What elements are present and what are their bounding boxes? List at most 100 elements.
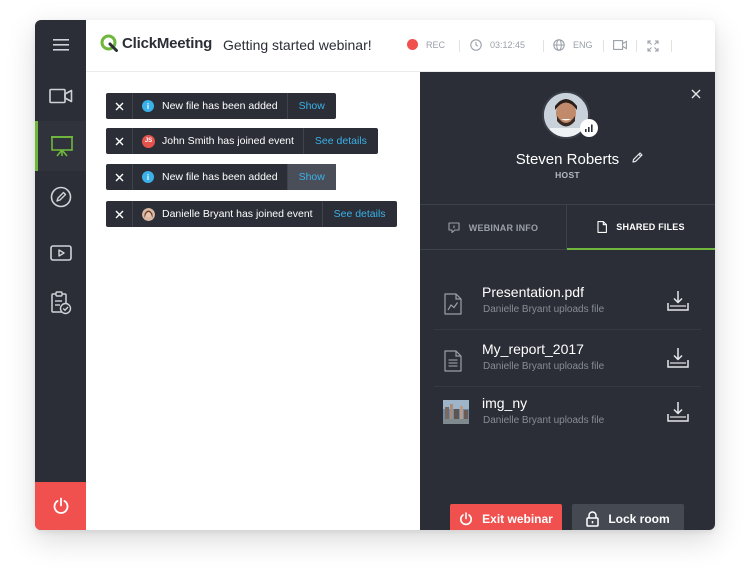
brand-name: ClickMeeting [122,34,213,52]
notification-message: New file has been added [162,100,278,112]
notification-toast: i New file has been added Show [106,164,336,190]
download-button[interactable] [667,290,689,317]
video-button[interactable] [35,71,86,121]
top-bar: ClickMeeting Getting started webinar! RE… [86,20,715,72]
clickmeeting-logo-icon [100,34,118,52]
notification-action-link[interactable]: See details [321,201,397,227]
info-icon: i [142,100,154,112]
power-icon [53,497,68,514]
language-value: ENG [573,40,593,50]
document-file-icon [444,350,462,377]
side-panel: Steven Roberts HOST WEBINAR INFO SHARED … [420,72,715,530]
download-icon [667,402,689,422]
notification-action-link[interactable]: See details [302,128,378,154]
shared-file-item[interactable]: Presentation.pdf Danielle Bryant uploads… [434,276,701,330]
file-icon [597,220,608,233]
presentation-button[interactable] [35,121,86,171]
video-camera-icon [48,88,72,104]
lock-room-button[interactable]: Lock room [572,504,684,530]
notification-toast: Danielle Bryant has joined event See det… [106,201,397,227]
exit-webinar-button[interactable]: Exit webinar [450,504,562,530]
download-icon [667,291,689,311]
dismiss-button[interactable] [106,164,133,190]
notification-message: New file has been added [162,171,278,183]
notification-message: John Smith has joined event [162,135,294,147]
record-dot-icon [407,39,418,50]
download-button[interactable] [667,347,689,374]
signal-bars-icon [585,124,593,132]
file-name: img_ny [482,395,528,411]
close-icon [115,137,123,145]
chart-file-icon [444,293,462,320]
tab-label: WEBINAR INFO [468,222,539,233]
whiteboard-button[interactable] [35,172,86,222]
record-button[interactable]: REC [407,39,445,50]
info-bubble-icon [448,222,460,233]
file-subtitle: Danielle Bryant uploads file [483,361,605,372]
notification-toast: JS John Smith has joined event See detai… [106,128,378,154]
close-icon [115,210,123,218]
clipboard-check-icon [50,291,71,315]
lock-room-label: Lock room [608,512,670,526]
file-subtitle: Danielle Bryant uploads file [483,304,605,315]
tab-label: SHARED FILES [616,221,685,232]
divider [459,40,460,52]
close-icon [691,89,701,99]
divider [671,40,672,52]
brand-logo: ClickMeeting [100,34,212,52]
pencil-icon [632,152,643,163]
tests-button[interactable] [35,278,86,328]
host-status-badge [580,119,598,137]
event-title: Getting started webinar! [223,37,372,53]
left-sidebar [35,20,86,530]
main-content: i New file has been added Show JS John S… [86,72,420,530]
panel-tabs: WEBINAR INFO SHARED FILES [420,204,715,250]
dismiss-button[interactable] [106,93,133,119]
file-subtitle: Danielle Bryant uploads file [483,415,605,426]
power-icon [460,512,473,526]
app-window: ClickMeeting Getting started webinar! RE… [35,20,715,530]
menu-button[interactable] [35,20,86,70]
padlock-icon [586,511,600,527]
fullscreen-icon [647,40,659,52]
play-video-icon [49,245,72,261]
close-icon [115,102,123,110]
end-session-button[interactable] [35,482,86,530]
session-timer: 03:12:45 [470,39,525,51]
user-avatar [142,207,155,221]
clock-icon [470,39,482,51]
hamburger-menu-icon [52,39,69,51]
edit-profile-button[interactable] [631,151,644,169]
shared-file-item[interactable]: img_ny Danielle Bryant uploads file [434,387,701,441]
language-selector[interactable]: ENG [553,39,593,51]
user-avatar-icon [142,207,155,221]
tab-shared-files[interactable]: SHARED FILES [567,205,715,250]
youtube-button[interactable] [35,228,86,278]
download-icon [667,348,689,368]
globe-icon [553,39,565,51]
camera-icon [613,40,627,50]
fullscreen-toggle[interactable] [647,40,659,52]
timer-value: 03:12:45 [490,40,526,50]
dismiss-button[interactable] [106,128,133,154]
dismiss-button[interactable] [106,201,133,227]
presentation-board-icon [51,136,73,157]
pencil-circle-icon [50,186,71,208]
host-role-label: HOST [555,170,580,180]
tab-webinar-info[interactable]: WEBINAR INFO [420,205,567,250]
file-name: My_report_2017 [482,341,584,357]
notification-message: Danielle Bryant has joined event [162,208,313,220]
shared-file-item[interactable]: My_report_2017 Danielle Bryant uploads f… [434,333,701,387]
image-thumbnail [443,400,469,429]
file-name: Presentation.pdf [482,284,584,300]
divider [543,40,544,52]
camera-toggle[interactable] [613,40,627,50]
exit-webinar-label: Exit webinar [482,512,553,526]
notification-action-link[interactable]: Show [286,164,336,190]
notification-action-link[interactable]: Show [286,93,336,119]
download-button[interactable] [667,401,689,428]
info-icon: i [142,171,154,183]
close-icon [115,173,123,181]
notification-toast: i New file has been added Show [106,93,336,119]
close-panel-button[interactable] [691,86,701,104]
